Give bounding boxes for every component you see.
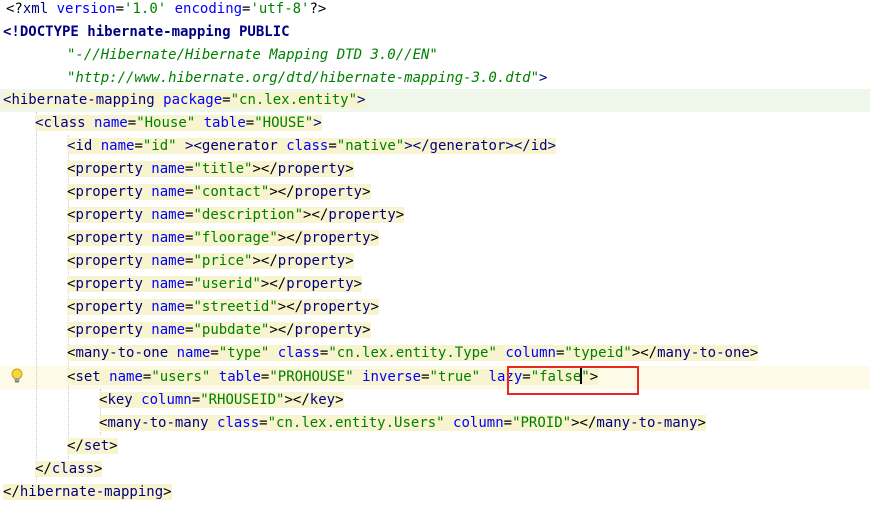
code-editor[interactable]: <?xml version='1.0' encoding='utf-8'?> <… bbox=[0, 0, 870, 516]
code-line-property: <property name="price"></property> bbox=[67, 253, 354, 269]
code-line-many-to-one: <many-to-one name="type" class="cn.lex.e… bbox=[67, 345, 759, 361]
code-line-4: "http://www.hibernate.org/dtd/hibernate-… bbox=[67, 70, 548, 86]
code-line-7: <id name="id" ><generator class="native"… bbox=[67, 138, 556, 154]
code-line-many-to-many: <many-to-many class="cn.lex.entity.Users… bbox=[99, 415, 706, 431]
indent-guide bbox=[36, 112, 37, 482]
code-line-property: <property name="description"></property> bbox=[67, 207, 405, 223]
code-line-2: <!DOCTYPE hibernate-mapping PUBLIC bbox=[3, 24, 290, 40]
code-line-6: <class name="House" table="HOUSE"> bbox=[35, 115, 322, 131]
highlight-box bbox=[507, 366, 639, 395]
code-line-mapping-end: </hibernate-mapping> bbox=[3, 484, 172, 500]
code-line-property: <property name="floorage"></property> bbox=[67, 230, 379, 246]
code-line-property: <property name="contact"></property> bbox=[67, 184, 371, 200]
code-line-1: <?xml version='1.0' encoding='utf-8'?> bbox=[6, 1, 327, 17]
lightbulb-icon[interactable] bbox=[11, 368, 23, 384]
code-line-set-end: </set> bbox=[67, 438, 118, 454]
code-line-class-end: </class> bbox=[35, 461, 103, 477]
code-line-key: <key column="RHOUSEID"></key> bbox=[99, 392, 344, 408]
code-line-property: <property name="title"></property> bbox=[67, 161, 354, 177]
code-line-property: <property name="pubdate"></property> bbox=[67, 322, 371, 338]
code-line-property: <property name="userid"></property> bbox=[67, 276, 363, 292]
code-line-5: <hibernate-mapping package="cn.lex.entit… bbox=[3, 92, 366, 108]
code-line-3: "-//Hibernate/Hibernate Mapping DTD 3.0/… bbox=[67, 47, 438, 63]
code-line-property: <property name="streetid"></property> bbox=[67, 299, 379, 315]
